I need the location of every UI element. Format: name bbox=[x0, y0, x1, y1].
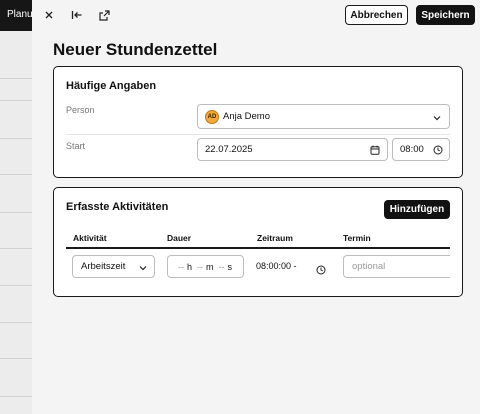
background-divider bbox=[0, 285, 32, 286]
person-select[interactable]: AD Anja Demo bbox=[197, 104, 450, 129]
save-button[interactable]: Speichern bbox=[416, 5, 475, 25]
background-divider bbox=[0, 322, 32, 323]
background-header-label: Planun bbox=[7, 9, 32, 20]
general-info-card: Häufige Angaben Person AD Anja Demo Star… bbox=[53, 66, 463, 178]
chevron-down-icon bbox=[433, 113, 441, 124]
general-info-title: Häufige Angaben bbox=[66, 80, 157, 92]
start-date-input[interactable]: 22.07.2025 bbox=[197, 138, 388, 161]
start-label: Start bbox=[66, 141, 86, 151]
background-divider bbox=[0, 174, 32, 175]
duration-hours-unit: h bbox=[187, 261, 193, 272]
clock-icon[interactable] bbox=[316, 262, 326, 280]
background-divider bbox=[0, 78, 32, 79]
duration-seconds-value[interactable]: -- bbox=[219, 262, 225, 272]
chevron-down-icon bbox=[139, 263, 147, 274]
background-divider bbox=[0, 248, 32, 249]
background-divider bbox=[0, 396, 32, 397]
calendar-icon[interactable] bbox=[370, 145, 380, 158]
start-date-value: 22.07.2025 bbox=[205, 144, 253, 155]
start-time-value: 08:00 bbox=[400, 144, 424, 155]
person-value: Anja Demo bbox=[223, 111, 270, 122]
close-icon[interactable] bbox=[41, 7, 57, 23]
duration-seconds-unit: s bbox=[227, 261, 233, 272]
appointment-placeholder: optional bbox=[352, 261, 386, 272]
activity-select[interactable]: Arbeitszeit bbox=[72, 255, 155, 278]
collapse-left-icon[interactable] bbox=[69, 7, 85, 23]
page-title: Neuer Stundenzettel bbox=[53, 40, 218, 59]
cancel-button[interactable]: Abbrechen bbox=[345, 5, 408, 25]
range-value: 08:00:00 - bbox=[256, 261, 297, 271]
start-time-input[interactable]: 08:00 bbox=[392, 138, 450, 161]
person-label: Person bbox=[66, 105, 95, 115]
clock-icon[interactable] bbox=[433, 145, 443, 158]
background-divider bbox=[0, 212, 32, 213]
background-divider bbox=[0, 100, 32, 101]
external-link-icon[interactable] bbox=[96, 7, 112, 23]
timesheet-drawer: Abbrechen Speichern Neuer Stundenzettel … bbox=[32, 0, 480, 414]
duration-hours-value[interactable]: -- bbox=[178, 262, 184, 272]
column-header-activity: Aktivität bbox=[73, 233, 107, 243]
background-divider bbox=[0, 138, 32, 139]
appointment-input[interactable]: optional bbox=[343, 255, 450, 278]
activities-card: Erfasste Aktivitäten Hinzufügen Aktivitä… bbox=[53, 187, 463, 297]
background-page: Planun bbox=[0, 0, 32, 414]
column-header-range: Zeitraum bbox=[257, 233, 293, 243]
avatar: AD bbox=[205, 109, 219, 124]
column-header-appointment: Termin bbox=[343, 233, 371, 243]
background-divider bbox=[0, 358, 32, 359]
activities-title: Erfasste Aktivitäten bbox=[66, 201, 169, 213]
column-header-duration: Dauer bbox=[167, 233, 192, 243]
table-header-divider bbox=[66, 247, 450, 249]
activity-value: Arbeitszeit bbox=[81, 261, 126, 272]
duration-input[interactable]: -- h -- m -- s bbox=[167, 255, 244, 278]
row-divider bbox=[66, 134, 450, 135]
background-header: Planun bbox=[0, 0, 32, 31]
duration-minutes-value[interactable]: -- bbox=[197, 262, 203, 272]
duration-minutes-unit: m bbox=[206, 261, 214, 272]
drawer-toolbar: Abbrechen Speichern bbox=[32, 0, 480, 30]
add-activity-button[interactable]: Hinzufügen bbox=[384, 200, 450, 219]
